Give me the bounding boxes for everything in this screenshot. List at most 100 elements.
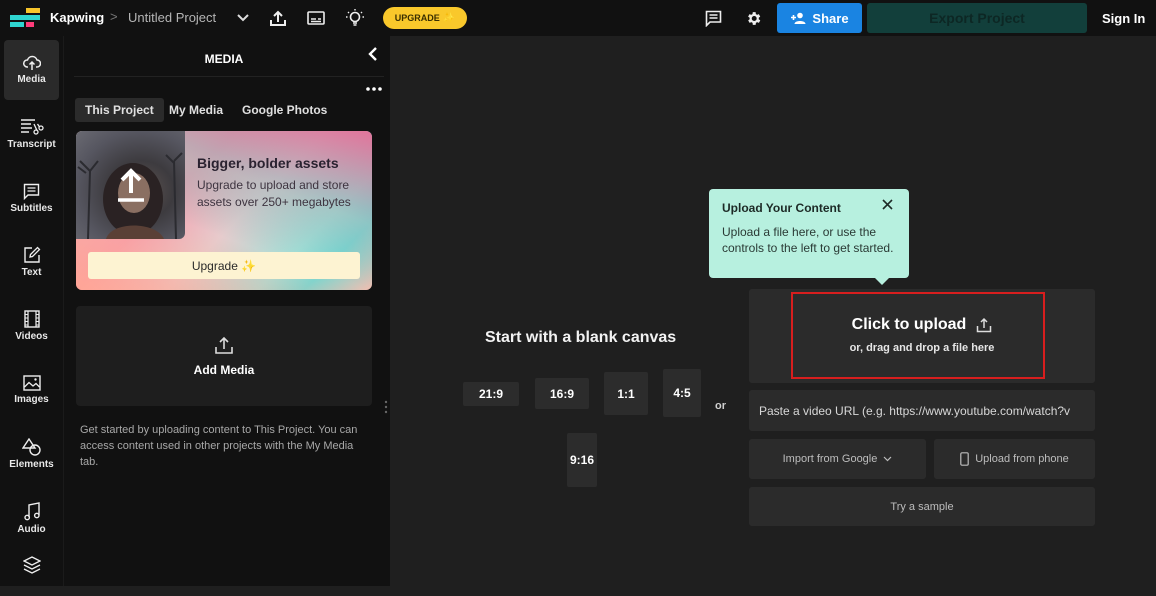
upload-tooltip: Upload Your Content Upload a file here, … [709, 189, 909, 285]
export-project-button[interactable]: Export Project [867, 3, 1087, 33]
tab-google-photos[interactable]: Google Photos [232, 98, 337, 122]
panel-title: MEDIA [204, 52, 244, 66]
breadcrumb-separator: > [110, 9, 118, 24]
left-sidebar: Media Transcript Subtitles Text Videos I… [0, 36, 64, 586]
promo-upgrade-button[interactable]: Upgrade ✨ [88, 252, 360, 279]
phone-icon [960, 452, 970, 466]
chevron-down-icon[interactable] [236, 11, 250, 25]
tab-label: My Media [169, 103, 224, 117]
transcript-scissors-icon [20, 119, 44, 135]
add-person-icon [791, 12, 806, 24]
tab-label: This Project [85, 103, 154, 117]
ratio-9-16-button[interactable]: 9:16 [567, 433, 597, 487]
upload-highlight-box [791, 292, 1045, 379]
export-label: Export Project [929, 10, 1025, 26]
gear-icon[interactable] [743, 8, 763, 28]
sidebar-item-text[interactable]: Text [4, 232, 59, 292]
add-media-label: Add Media [193, 363, 255, 377]
sidebar-item-videos[interactable]: Videos [4, 296, 59, 356]
ratio-21-9-button[interactable]: 21:9 [463, 382, 519, 406]
sparkle-icon: ✨ [442, 12, 456, 24]
import-google-label: Import from Google [782, 453, 878, 465]
subtitles-icon [23, 183, 40, 200]
sidebar-item-label: Images [14, 394, 49, 405]
upload-title: Click to upload [749, 316, 1095, 334]
sidebar-item-audio[interactable]: Audio [4, 488, 59, 548]
sidebar-item-transcript[interactable]: Transcript [4, 104, 59, 164]
sidebar-item-elements[interactable]: Elements [4, 424, 59, 484]
sidebar-item-label: Elements [9, 459, 54, 470]
promo-photo [76, 131, 185, 239]
click-to-upload-dropzone[interactable]: Click to upload or, drag and drop a file… [749, 289, 1095, 383]
sidebar-item-subtitles[interactable]: Subtitles [4, 168, 59, 228]
try-a-sample-button[interactable]: Try a sample [749, 487, 1095, 526]
upload-subtitle: or, drag and drop a file here [849, 342, 995, 354]
sidebar-item-layers[interactable] [4, 556, 59, 596]
upload-arrow-icon [118, 168, 144, 202]
close-icon[interactable] [880, 197, 894, 211]
upgrade-button[interactable]: UPGRADE ✨ [383, 7, 467, 29]
share-button[interactable]: Share [777, 3, 862, 33]
promo-text: Upgrade to upload and store assets over … [197, 178, 351, 209]
tab-my-media[interactable]: My Media [159, 98, 233, 122]
edit-text-icon [23, 246, 40, 263]
panel-resize-handle[interactable] [384, 400, 388, 414]
upload-icon [977, 317, 992, 333]
upgrade-label: UPGRADE [394, 13, 440, 23]
ratio-4-5-button[interactable]: 4:5 [663, 369, 701, 417]
shapes-icon [21, 438, 41, 456]
video-url-input[interactable] [749, 390, 1095, 431]
film-icon [23, 310, 40, 328]
cloud-upload-icon [22, 55, 41, 70]
or-label: or [715, 400, 726, 412]
sidebar-item-images[interactable]: Images [4, 360, 59, 420]
more-options-icon[interactable] [364, 83, 384, 95]
ratio-label: 21:9 [478, 387, 504, 401]
tab-label: Google Photos [242, 103, 328, 117]
chevron-down-icon [883, 456, 892, 462]
sidebar-item-media[interactable]: Media [4, 40, 59, 100]
collapse-panel-icon[interactable] [364, 44, 382, 64]
project-title[interactable]: Untitled Project [128, 10, 216, 25]
ratio-label: 4:5 [673, 386, 691, 400]
upload-from-phone-button[interactable]: Upload from phone [934, 439, 1095, 479]
tooltip-text: Upload a file here, or use the controls … [722, 225, 894, 255]
add-media-button[interactable]: Add Media [76, 306, 372, 406]
ratio-1-1-button[interactable]: 1:1 [604, 372, 648, 415]
music-note-icon [23, 501, 40, 520]
lightbulb-icon[interactable] [344, 7, 366, 29]
kapwing-logo-icon[interactable] [10, 8, 40, 28]
brand-name[interactable]: Kapwing [50, 10, 104, 25]
sign-in-link[interactable]: Sign In [1102, 11, 1145, 26]
tab-this-project[interactable]: This Project [75, 98, 164, 122]
tooltip-title: Upload Your Content [722, 201, 841, 215]
top-bar: Kapwing > Untitled Project UPGRADE ✨ Sha… [0, 0, 1156, 36]
sidebar-item-label: Text [21, 267, 42, 278]
upload-phone-label: Upload from phone [975, 453, 1069, 465]
sidebar-item-label: Audio [17, 523, 46, 535]
panel-help-text: Get started by uploading content to This… [80, 424, 358, 468]
main-canvas-area: Start with a blank canvas 21:9 16:9 1:1 … [390, 36, 1156, 586]
tooltip-arrow [875, 278, 889, 285]
ratio-label: 9:16 [569, 453, 595, 467]
ratio-label: 1:1 [617, 386, 635, 401]
try-sample-label: Try a sample [890, 500, 954, 513]
image-icon [22, 375, 41, 391]
comment-icon[interactable] [703, 8, 723, 28]
subtitles-icon[interactable] [306, 8, 326, 28]
sidebar-item-label: Subtitles [10, 202, 53, 214]
sidebar-item-label: Transcript [7, 139, 56, 150]
ratio-label: 16:9 [549, 386, 575, 401]
share-label: Share [812, 10, 849, 26]
sidebar-item-label: Media [17, 74, 46, 85]
upgrade-promo-card: Bigger, bolder assets Upgrade to upload … [76, 131, 372, 290]
sidebar-item-label: Videos [15, 331, 48, 342]
import-from-google-button[interactable]: Import from Google [749, 439, 926, 479]
blank-canvas-title: Start with a blank canvas [485, 329, 677, 346]
upload-icon [215, 336, 233, 354]
layers-icon [22, 556, 41, 574]
promo-title: Bigger, bolder assets [197, 155, 339, 171]
ratio-16-9-button[interactable]: 16:9 [535, 378, 589, 409]
panel-divider [74, 76, 384, 77]
upload-icon[interactable] [268, 8, 288, 28]
